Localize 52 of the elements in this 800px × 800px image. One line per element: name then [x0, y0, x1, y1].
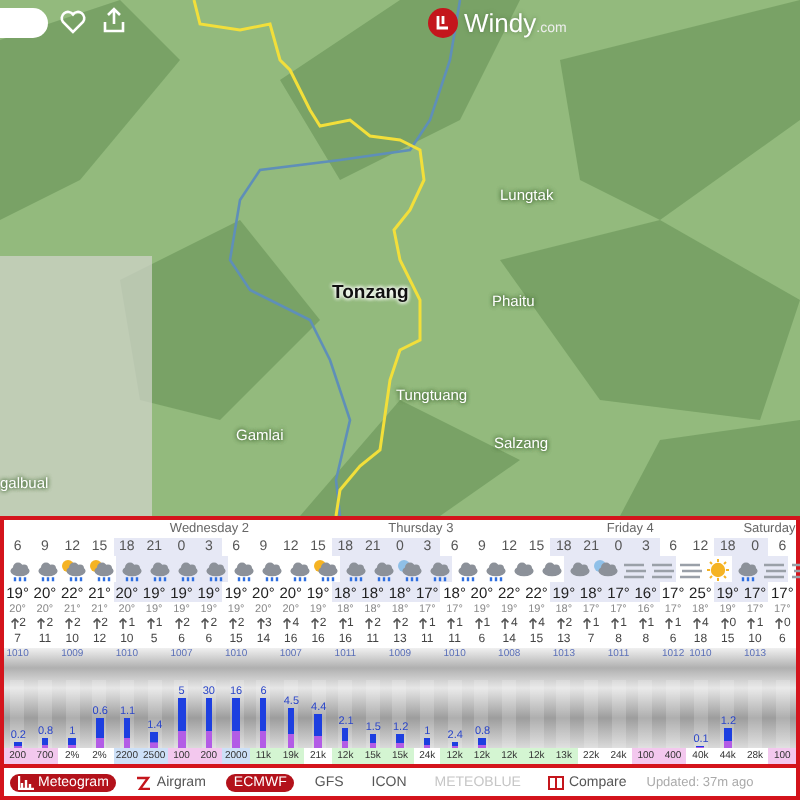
sun-cloud-rain-icon — [312, 557, 340, 581]
precipitation-track — [584, 680, 599, 748]
precipitation-track — [529, 680, 544, 748]
wind-arrow-icon — [773, 618, 784, 630]
wind-arrow-icon — [282, 618, 293, 630]
moon-cloud-icon — [592, 557, 620, 581]
precipitation-track — [666, 680, 681, 748]
wind-arrow-icon — [719, 618, 730, 630]
precipitation-track — [748, 680, 763, 748]
precipitation-track — [556, 680, 571, 748]
sun-cloud-rain-icon — [88, 557, 116, 581]
wind-arrow-icon — [91, 618, 102, 630]
wind-arrow-icon — [746, 618, 757, 630]
logo-text: Windy — [464, 8, 537, 38]
precipitation-track — [638, 680, 653, 748]
wind-arrow-icon — [118, 618, 129, 630]
wind-arrow-icon — [446, 618, 457, 630]
wind-arrow-icon — [391, 618, 402, 630]
wind-arrow-icon — [200, 618, 211, 630]
wind-arrow-icon — [637, 618, 648, 630]
wind-arrow-icon — [582, 618, 593, 630]
bar-chart-icon — [18, 775, 34, 789]
wind-arrow-icon — [555, 618, 566, 630]
wind-arrow-icon — [337, 618, 348, 630]
wind-arrow-icon — [364, 618, 375, 630]
moon-cloud-rain-icon — [396, 557, 424, 581]
columns-icon — [548, 775, 565, 789]
sun-icon — [704, 557, 732, 581]
place-label: Tonzang — [332, 282, 409, 304]
logo-icon — [428, 8, 458, 38]
wind-arrow-icon — [9, 618, 20, 630]
wind-arrow-icon — [145, 618, 156, 630]
wind-arrow-icon — [528, 618, 539, 630]
wind-arrow-icon — [418, 618, 429, 630]
wind-arrow-icon — [255, 618, 266, 630]
wind-arrow-icon — [309, 618, 320, 630]
precipitation-track — [611, 680, 626, 748]
wind-arrow-icon — [173, 618, 184, 630]
wind-arrow-icon — [227, 618, 238, 630]
wind-arrow-icon — [63, 618, 74, 630]
heart-icon[interactable] — [60, 10, 86, 34]
wind-arrow-icon — [664, 618, 675, 630]
share-icon[interactable] — [102, 6, 126, 34]
precipitation-track — [502, 680, 517, 748]
sun-cloud-rain-icon — [60, 557, 88, 581]
zigzag-icon — [136, 775, 153, 789]
precipitation-track — [775, 680, 790, 748]
wind-arrow-icon — [500, 618, 511, 630]
wind-arrow-icon — [692, 618, 703, 630]
wind-arrow-icon — [473, 618, 484, 630]
wind-arrow-icon — [36, 618, 47, 630]
wind-arrow-icon — [610, 618, 621, 630]
